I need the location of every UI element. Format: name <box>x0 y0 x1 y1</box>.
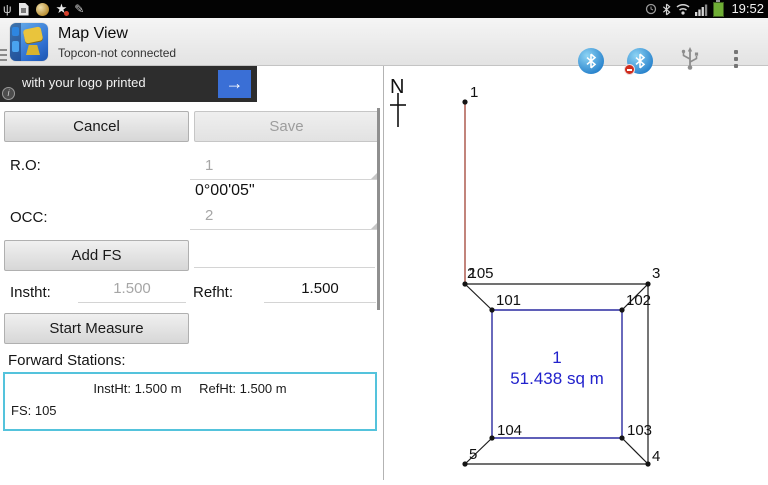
map-point-2 <box>462 281 467 286</box>
status-bar: ψ ★ ✎ 19:52 <box>0 0 768 18</box>
bluetooth-connect-button[interactable] <box>578 48 604 74</box>
measure-form-panel: Cancel Save R.O: 1 0°00'05" OCC: 2 Add F… <box>0 66 383 480</box>
map-line-2-101 <box>465 284 492 310</box>
ad-banner[interactable]: with your logo printed → i <box>0 66 257 102</box>
ad-arrow-button[interactable]: → <box>218 70 251 98</box>
cancel-button[interactable]: Cancel <box>4 111 189 142</box>
map-view-canvas[interactable]: N 1 51.438 sq m 12105310110210310454 <box>384 66 768 480</box>
sim-card-icon <box>19 3 29 16</box>
instht-input[interactable]: 1.500 <box>78 275 186 303</box>
overflow-menu-button[interactable] <box>734 50 738 68</box>
app-icon[interactable] <box>10 23 48 61</box>
parcel-number-label: 1 <box>552 348 561 367</box>
add-fs-button[interactable]: Add FS <box>4 240 189 271</box>
status-clock: 19:52 <box>731 0 764 18</box>
ro-input[interactable]: 1 <box>190 152 378 180</box>
bluetooth-icon <box>662 3 671 16</box>
app-bar: Map View Topcon-not connected <box>0 18 768 66</box>
status-bar-left-icons: ψ ★ ✎ <box>0 0 84 18</box>
bluetooth-disconnect-button[interactable] <box>627 48 653 74</box>
map-point-103 <box>619 435 624 440</box>
map-point-label-105: 105 <box>469 265 494 282</box>
occ-label: OCC: <box>10 209 48 226</box>
connection-status: Topcon-not connected <box>58 46 176 60</box>
map-point-label-104: 104 <box>497 422 522 439</box>
ad-info-icon[interactable]: i <box>2 87 15 100</box>
wifi-icon <box>676 3 690 15</box>
bluetooth-icon <box>585 53 597 69</box>
signal-bars-icon <box>695 3 708 16</box>
fs-item-heights: InstHt: 1.500 m RefHt: 1.500 m <box>5 381 375 396</box>
ro-label: R.O: <box>10 157 41 174</box>
map-point-101 <box>489 307 494 312</box>
forward-stations-label: Forward Stations: <box>8 352 126 369</box>
usb-device-button[interactable] <box>678 46 702 77</box>
fs-input[interactable] <box>194 240 375 268</box>
usb-icon: ψ <box>3 0 12 18</box>
fs-item-refht: RefHt: 1.500 m <box>199 381 286 396</box>
map-svg: N 1 51.438 sq m 12105310110210310454 <box>384 66 768 480</box>
ad-text: with your logo printed <box>22 75 146 90</box>
bluetooth-icon <box>634 53 646 69</box>
alarm-icon <box>645 3 657 15</box>
map-point-104 <box>489 435 494 440</box>
battery-icon <box>713 2 724 17</box>
pencil-icon: ✎ <box>74 0 84 18</box>
forward-station-list-item[interactable]: InstHt: 1.500 m RefHt: 1.500 m FS: 105 <box>3 372 377 431</box>
map-point-label-1: 1 <box>470 84 478 101</box>
map-point-label-5: 5 <box>469 446 477 463</box>
angle-readout: 0°00'05" <box>195 182 255 200</box>
hamburger-icon[interactable] <box>0 49 7 61</box>
map-point-3 <box>645 281 650 286</box>
status-bar-right-icons: 19:52 <box>645 0 768 18</box>
map-point-label-102: 102 <box>626 292 651 309</box>
refht-input[interactable]: 1.500 <box>264 275 376 303</box>
map-point-label-103: 103 <box>627 422 652 439</box>
occ-input[interactable]: 2 <box>190 202 378 230</box>
start-measure-button[interactable]: Start Measure <box>4 313 189 344</box>
save-button[interactable]: Save <box>194 111 379 142</box>
fs-item-station: FS: 105 <box>11 403 57 418</box>
map-point-label-101: 101 <box>496 292 521 309</box>
instht-label: Instht: <box>10 284 51 301</box>
map-line-4-103 <box>622 438 648 464</box>
map-point-label-4: 4 <box>652 448 660 465</box>
usb-icon <box>678 46 702 72</box>
fs-item-instht: InstHt: 1.500 m <box>93 381 181 396</box>
map-point-5 <box>462 461 467 466</box>
form-scrollbar[interactable] <box>377 108 380 310</box>
parcel-area-label: 51.438 sq m <box>510 369 604 388</box>
north-cross-icon <box>390 93 406 127</box>
map-point-4 <box>645 461 650 466</box>
map-point-102 <box>619 307 624 312</box>
disconnect-badge-icon <box>624 64 635 75</box>
map-point-label-3: 3 <box>652 265 660 282</box>
star-notification-icon: ★ <box>56 0 68 18</box>
map-point-1 <box>462 99 467 104</box>
page-title: Map View <box>58 25 128 43</box>
refht-label: Refht: <box>193 284 233 301</box>
coin-app-icon <box>36 3 49 16</box>
